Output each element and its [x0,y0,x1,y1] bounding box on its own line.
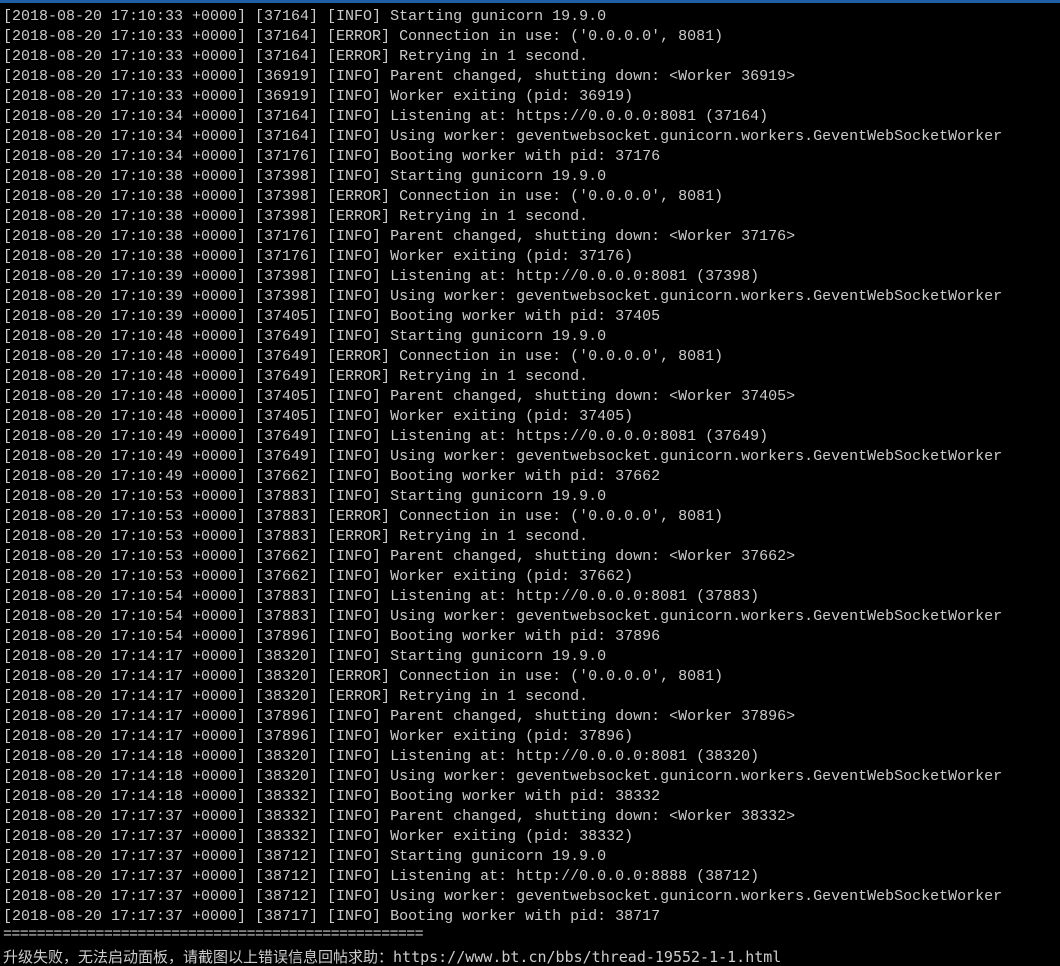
log-line: [2018-08-20 17:10:38 +0000] [37398] [ERR… [3,208,589,225]
log-line: [2018-08-20 17:10:53 +0000] [37662] [INF… [3,568,634,585]
log-line: [2018-08-20 17:10:49 +0000] [37662] [INF… [3,468,661,485]
log-line: [2018-08-20 17:14:17 +0000] [38320] [ERR… [3,688,589,705]
log-line: [2018-08-20 17:10:54 +0000] [37883] [INF… [3,588,760,605]
log-line: [2018-08-20 17:17:37 +0000] [38717] [INF… [3,908,661,925]
log-line: [2018-08-20 17:10:34 +0000] [37164] [INF… [3,128,1003,145]
log-line: [2018-08-20 17:10:38 +0000] [37176] [INF… [3,248,634,265]
log-line: [2018-08-20 17:10:34 +0000] [37176] [INF… [3,148,661,165]
log-line: [2018-08-20 17:14:17 +0000] [37896] [INF… [3,728,634,745]
log-line: [2018-08-20 17:10:33 +0000] [37164] [ERR… [3,28,724,45]
log-line: [2018-08-20 17:14:18 +0000] [38320] [INF… [3,768,1003,785]
log-line: [2018-08-20 17:10:38 +0000] [37398] [ERR… [3,188,724,205]
log-line: [2018-08-20 17:14:17 +0000] [37896] [INF… [3,708,796,725]
log-line: [2018-08-20 17:10:48 +0000] [37649] [ERR… [3,368,589,385]
log-line: [2018-08-20 17:10:39 +0000] [37405] [INF… [3,308,661,325]
log-line: [2018-08-20 17:17:37 +0000] [38332] [INF… [3,828,634,845]
log-line: [2018-08-20 17:10:39 +0000] [37398] [INF… [3,288,1003,305]
log-line: [2018-08-20 17:10:39 +0000] [37398] [INF… [3,268,760,285]
log-line: [2018-08-20 17:10:33 +0000] [37164] [ERR… [3,48,589,65]
log-line: [2018-08-20 17:10:53 +0000] [37662] [INF… [3,548,796,565]
log-line: [2018-08-20 17:17:37 +0000] [38712] [INF… [3,848,607,865]
log-line: [2018-08-20 17:10:33 +0000] [36919] [INF… [3,88,634,105]
upgrade-failure-notice: 升级失败，无法启动面板，请截图以上错误信息回帖求助：https://www.bt… [3,948,782,966]
log-line: [2018-08-20 17:14:17 +0000] [38320] [ERR… [3,668,724,685]
log-line: [2018-08-20 17:10:33 +0000] [36919] [INF… [3,68,796,85]
log-line: [2018-08-20 17:10:54 +0000] [37896] [INF… [3,628,661,645]
log-output: [2018-08-20 17:10:33 +0000] [37164] [INF… [3,7,1060,927]
window-top-border [0,0,1060,3]
log-line: [2018-08-20 17:17:37 +0000] [38712] [INF… [3,868,760,885]
log-line: [2018-08-20 17:10:48 +0000] [37405] [INF… [3,388,796,405]
log-line: [2018-08-20 17:17:37 +0000] [38332] [INF… [3,808,796,825]
log-line: [2018-08-20 17:10:48 +0000] [37649] [ERR… [3,348,724,365]
log-line: [2018-08-20 17:14:17 +0000] [38320] [INF… [3,648,607,665]
log-line: [2018-08-20 17:14:18 +0000] [38332] [INF… [3,788,661,805]
log-line: [2018-08-20 17:10:53 +0000] [37883] [INF… [3,488,607,505]
log-line: [2018-08-20 17:17:37 +0000] [38712] [INF… [3,888,1003,905]
log-line: [2018-08-20 17:10:54 +0000] [37883] [INF… [3,608,1003,625]
log-line: [2018-08-20 17:10:49 +0000] [37649] [INF… [3,428,769,445]
log-line: [2018-08-20 17:10:33 +0000] [37164] [INF… [3,8,607,25]
log-line: [2018-08-20 17:10:48 +0000] [37649] [INF… [3,328,607,345]
log-line: [2018-08-20 17:10:38 +0000] [37176] [INF… [3,228,796,245]
log-line: [2018-08-20 17:10:49 +0000] [37649] [INF… [3,448,1003,465]
log-line: [2018-08-20 17:10:53 +0000] [37883] [ERR… [3,508,724,525]
terminal-console[interactable]: [2018-08-20 17:10:33 +0000] [37164] [INF… [0,7,1060,966]
log-line: [2018-08-20 17:10:53 +0000] [37883] [ERR… [3,528,589,545]
log-line: [2018-08-20 17:10:38 +0000] [37398] [INF… [3,168,607,185]
log-line: [2018-08-20 17:10:34 +0000] [37164] [INF… [3,108,769,125]
log-line: [2018-08-20 17:10:48 +0000] [37405] [INF… [3,408,634,425]
separator-line: ========================================… [3,927,424,943]
log-line: [2018-08-20 17:14:18 +0000] [38320] [INF… [3,748,760,765]
